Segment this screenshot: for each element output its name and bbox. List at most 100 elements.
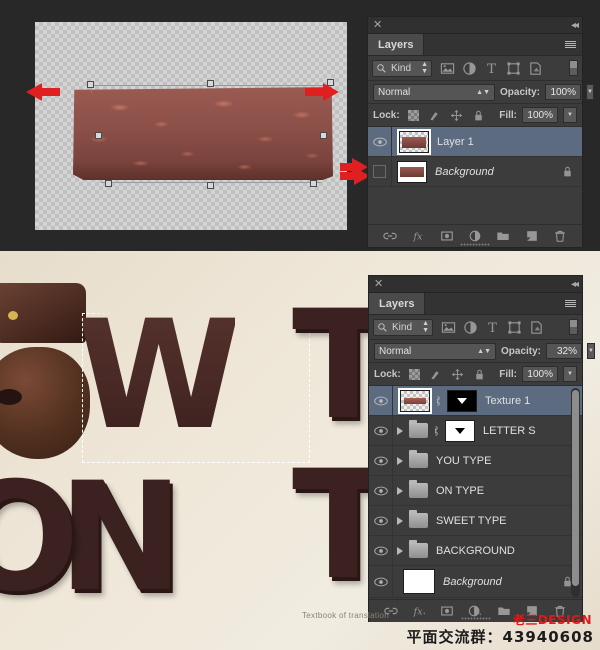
- visibility-toggle[interactable]: [369, 386, 393, 415]
- group-folder-icon[interactable]: [409, 480, 428, 498]
- layer-row-texture-1[interactable]: Texture 1: [369, 386, 582, 416]
- smart-object-filter-icon[interactable]: [529, 320, 544, 335]
- blend-mode-row-top[interactable]: Normal ▲▼ Opacity: 100% ▼: [368, 81, 594, 104]
- layer-thumbnail[interactable]: [398, 387, 432, 414]
- layer-thumbnail[interactable]: [397, 160, 427, 183]
- panel-resize-grip[interactable]: [460, 617, 491, 620]
- new-adjustment-layer-icon[interactable]: [468, 604, 482, 618]
- layer-row-background-group[interactable]: BACKGROUND: [369, 536, 582, 566]
- lock-icons-group[interactable]: [408, 368, 486, 381]
- layer-row-sweet-type[interactable]: SWEET TYPE: [369, 506, 582, 536]
- layer-name[interactable]: YOU TYPE: [436, 455, 491, 467]
- selection-marquee[interactable]: [82, 313, 310, 463]
- shape-filter-icon[interactable]: [507, 320, 522, 335]
- layer-thumbnail[interactable]: [403, 569, 435, 594]
- close-icon[interactable]: ✕: [373, 19, 382, 31]
- layer-name[interactable]: Background: [443, 576, 502, 588]
- layer-style-fx-icon[interactable]: fx: [412, 604, 426, 618]
- blend-mode-spinner-icon[interactable]: ▲▼: [476, 89, 490, 96]
- visibility-toggle[interactable]: [369, 536, 393, 565]
- filter-type-icons[interactable]: T: [441, 320, 544, 335]
- visibility-toggle[interactable]: [369, 506, 393, 535]
- collapse-panel-icon[interactable]: ◂◂: [571, 279, 579, 290]
- panel-menu-icon[interactable]: [562, 34, 582, 55]
- group-folder-icon[interactable]: [409, 540, 428, 558]
- transform-handle-ml[interactable]: [95, 132, 102, 139]
- add-layer-mask-icon[interactable]: [440, 229, 454, 243]
- eye-icon[interactable]: [373, 456, 388, 466]
- panel-tabs-bottom[interactable]: Layers: [369, 293, 582, 315]
- blend-mode-spinner-icon[interactable]: ▲▼: [477, 348, 491, 355]
- eye-icon[interactable]: [373, 426, 388, 436]
- filter-kind-select[interactable]: Kind ▲ ▼: [373, 318, 433, 336]
- link-mask-icon[interactable]: [433, 394, 442, 408]
- fill-dropdown-icon[interactable]: ▼: [563, 107, 577, 123]
- close-icon[interactable]: ✕: [374, 278, 383, 290]
- group-disclosure-triangle[interactable]: [397, 426, 403, 435]
- lock-row-bottom[interactable]: Lock: Fill: 100% ▼: [369, 363, 582, 386]
- transform-handle-tc[interactable]: [207, 80, 214, 87]
- lock-transparent-pixels-icon[interactable]: [408, 368, 420, 380]
- layers-scrollbar-thumb[interactable]: [572, 390, 579, 586]
- lock-position-icon[interactable]: [450, 109, 463, 122]
- layer-row-layer-1[interactable]: Layer 1: [368, 127, 582, 157]
- panel-menu-icon[interactable]: [562, 293, 582, 314]
- lock-all-icon[interactable]: [472, 109, 485, 122]
- lock-image-pixels-icon[interactable]: [428, 109, 441, 122]
- layer-row-on-type[interactable]: ON TYPE: [369, 476, 582, 506]
- filter-enable-toggle[interactable]: [569, 60, 578, 76]
- eye-icon[interactable]: [373, 546, 388, 556]
- blend-mode-select[interactable]: Normal ▲▼: [373, 83, 495, 101]
- transform-handle-bc[interactable]: [207, 182, 214, 189]
- fill-field[interactable]: 100%: [522, 107, 558, 123]
- group-disclosure-triangle[interactable]: [397, 516, 403, 525]
- opacity-dropdown-icon[interactable]: ▼: [587, 343, 595, 359]
- group-folder-icon[interactable]: [409, 450, 428, 468]
- filter-row-top[interactable]: Kind ▲ ▼ T: [368, 56, 582, 81]
- layer-thumbnail[interactable]: [397, 128, 431, 155]
- group-folder-icon[interactable]: [409, 420, 428, 438]
- layer-name[interactable]: SWEET TYPE: [436, 515, 507, 527]
- group-folder-icon[interactable]: [409, 510, 428, 528]
- new-group-icon[interactable]: [496, 229, 510, 243]
- visibility-toggle-layer-1[interactable]: [368, 127, 392, 156]
- lock-icons-group[interactable]: [407, 109, 485, 122]
- delete-layer-icon[interactable]: [553, 229, 567, 243]
- opacity-dropdown-icon[interactable]: ▼: [586, 84, 594, 100]
- pixel-filter-icon[interactable]: [441, 320, 456, 335]
- adjustment-filter-icon[interactable]: [463, 320, 478, 335]
- layer-row-letter-s[interactable]: LETTER S: [369, 416, 582, 446]
- filter-enable-toggle[interactable]: [569, 319, 578, 335]
- layer-row-background-locked[interactable]: Background: [369, 566, 582, 598]
- layer-mask-thumbnail[interactable]: [447, 389, 477, 412]
- transform-handle-tl[interactable]: [87, 81, 94, 88]
- layer-mask-thumbnail[interactable]: [445, 419, 475, 442]
- tab-layers[interactable]: Layers: [368, 34, 425, 55]
- lock-all-icon[interactable]: [473, 368, 486, 381]
- pixel-filter-icon[interactable]: [440, 61, 455, 76]
- transform-handle-bl[interactable]: [105, 180, 112, 187]
- layer-row-you-type[interactable]: YOU TYPE: [369, 446, 582, 476]
- layer-name[interactable]: BACKGROUND: [436, 545, 515, 557]
- transform-handle-mr[interactable]: [320, 132, 327, 139]
- tab-layers[interactable]: Layers: [369, 293, 426, 314]
- collapse-panel-icon[interactable]: ◂◂: [571, 20, 579, 31]
- adjustment-filter-icon[interactable]: [462, 61, 477, 76]
- add-layer-mask-icon[interactable]: [440, 604, 454, 618]
- layer-name[interactable]: Layer 1: [437, 136, 474, 148]
- lock-position-icon[interactable]: [451, 368, 464, 381]
- fill-field[interactable]: 100%: [522, 366, 558, 382]
- link-mask-icon[interactable]: [431, 424, 440, 438]
- letter-o-partial[interactable]: O: [0, 463, 80, 613]
- spinner-arrows-icon[interactable]: ▲ ▼: [422, 320, 429, 334]
- layer-name[interactable]: Texture 1: [485, 395, 530, 407]
- panel-titlebar-top[interactable]: ✕ ◂◂: [368, 17, 582, 34]
- new-layer-icon[interactable]: [525, 229, 539, 243]
- link-layers-icon[interactable]: [383, 229, 397, 243]
- canvas-transparent-top[interactable]: [35, 22, 347, 230]
- group-disclosure-triangle[interactable]: [397, 456, 403, 465]
- smart-object-filter-icon[interactable]: [528, 61, 543, 76]
- layer-name[interactable]: Background: [435, 166, 494, 178]
- visibility-toggle-background[interactable]: [368, 157, 392, 186]
- blend-mode-row-bottom[interactable]: Normal ▲▼ Opacity: 32% ▼: [369, 340, 595, 363]
